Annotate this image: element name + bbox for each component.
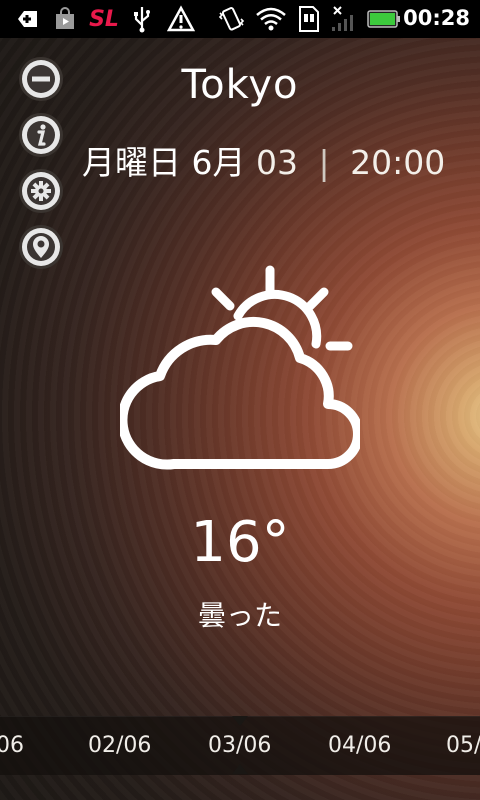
time: 20:00: [350, 143, 446, 182]
sl-label: SL: [89, 6, 119, 32]
month: 6月: [191, 143, 246, 182]
separator: |: [318, 143, 330, 182]
selection-marker-bottom: [232, 764, 248, 774]
sl-icon: SL: [84, 4, 124, 34]
condition: 曇った: [197, 599, 282, 632]
signal-off-icon: [328, 4, 356, 34]
selection-marker-top: [232, 716, 248, 726]
wifi-icon: [254, 4, 288, 34]
temperature: 16°: [190, 510, 290, 575]
day-of-month: 03: [256, 143, 298, 182]
location-icon: [27, 233, 55, 261]
date-item-selected[interactable]: 03/06: [208, 733, 271, 758]
info-button[interactable]: [22, 116, 60, 154]
date-item[interactable]: 06: [0, 733, 24, 758]
city-name: Tokyo: [181, 62, 299, 108]
settings-icon: [27, 177, 55, 205]
usb-icon: [130, 4, 154, 34]
day-of-week: 月曜日: [82, 143, 181, 182]
store-icon: [52, 4, 78, 34]
warning-icon: [166, 4, 196, 34]
add-icon: [14, 4, 40, 34]
battery-icon: [366, 4, 402, 34]
vibrate-icon: [216, 4, 246, 34]
clock: 00:28: [403, 6, 470, 30]
status-bar: SL 00:28: [0, 0, 480, 38]
date-line: 月曜日 6月 03 | 20:00: [82, 136, 445, 184]
date-item[interactable]: 02/06: [88, 733, 151, 758]
partly-cloudy-icon: [120, 265, 360, 470]
sim-icon: [296, 4, 322, 34]
date-item[interactable]: 05/0: [446, 733, 480, 758]
location-button[interactable]: [22, 228, 60, 266]
settings-button[interactable]: [22, 172, 60, 210]
info-icon: [27, 121, 55, 149]
date-item[interactable]: 04/06: [328, 733, 391, 758]
